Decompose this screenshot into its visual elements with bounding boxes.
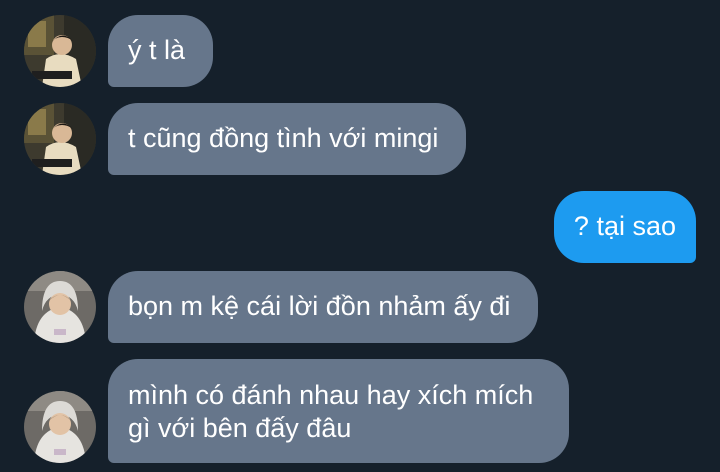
message-bubble[interactable]: ý t là	[108, 15, 214, 87]
message-text: bọn m kệ cái lời đồn nhảm ấy đi	[128, 291, 511, 321]
message-text: t cũng đồng tình với mingi	[128, 123, 439, 153]
message-bubble-sent[interactable]: ? tại sao	[553, 191, 696, 263]
message-text: ý t là	[128, 35, 186, 65]
message-bubble[interactable]: t cũng đồng tình với mingi	[108, 103, 467, 175]
avatar-icon[interactable]	[24, 15, 96, 87]
message-text: ? tại sao	[573, 211, 676, 241]
avatar-icon[interactable]	[24, 271, 96, 343]
avatar-icon[interactable]	[24, 391, 96, 463]
message-text-line: gì với bên đấy đâu	[128, 413, 352, 443]
message-text-line: mình có đánh nhau hay xích mích	[128, 380, 534, 410]
message-bubble[interactable]: bọn m kệ cái lời đồn nhảm ấy đi	[108, 271, 539, 343]
message-bubble[interactable]: mình có đánh nhau hay xích mích gì với b…	[108, 359, 570, 463]
avatar-icon[interactable]	[24, 103, 96, 175]
